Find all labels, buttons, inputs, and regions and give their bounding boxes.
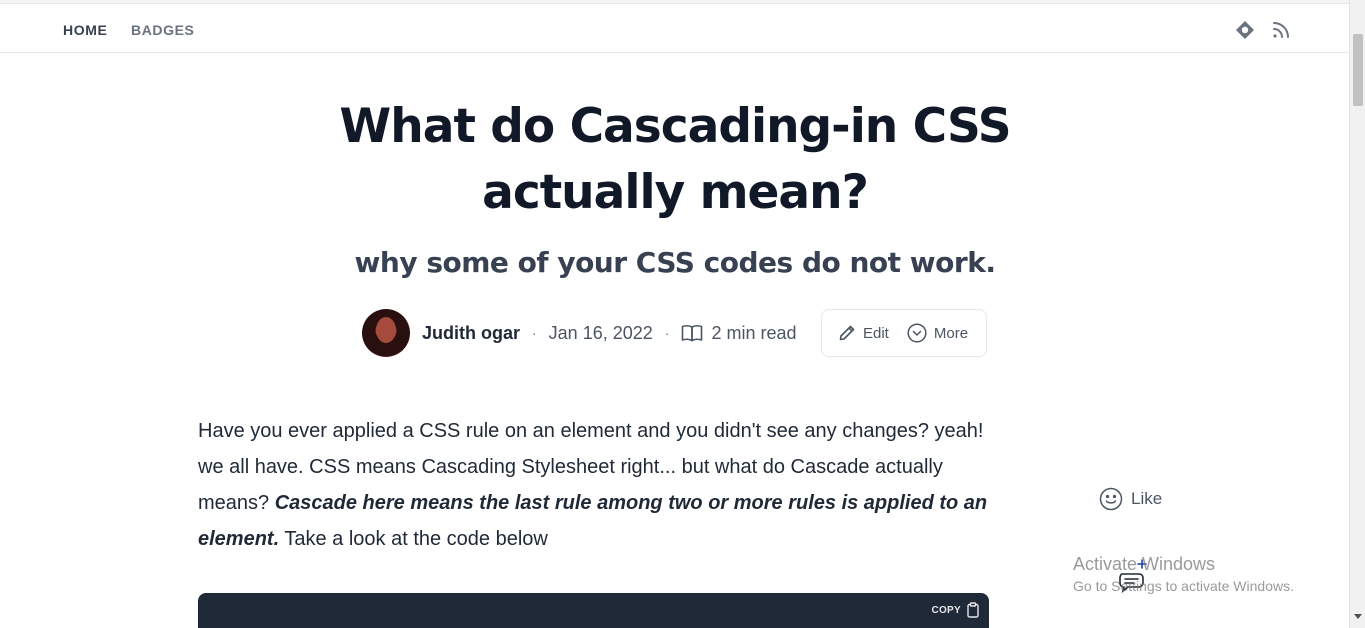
article-actions: Edit More — [821, 309, 987, 357]
scroll-down-arrow-icon[interactable] — [1354, 614, 1362, 619]
hashnode-icon[interactable] — [1234, 19, 1256, 41]
copy-code-button[interactable]: COPY — [931, 602, 979, 618]
comment-plus-icon — [1119, 559, 1147, 594]
edit-button[interactable]: Edit — [838, 324, 889, 342]
chevron-down-circle-icon — [907, 323, 927, 343]
author-avatar[interactable] — [362, 309, 410, 357]
book-open-icon — [681, 324, 703, 342]
meta-separator-dot: · — [664, 325, 670, 341]
article-title-line-2: actually mean? — [482, 165, 869, 220]
pencil-icon — [839, 325, 855, 341]
nav-home-link[interactable]: HOME — [63, 22, 107, 38]
browser-top-edge — [0, 0, 1365, 4]
nav-badges-link[interactable]: BADGES — [131, 22, 195, 38]
edit-label: Edit — [863, 324, 889, 342]
like-label: Like — [1131, 489, 1163, 508]
article-body-paragraph: Have you ever applied a CSS rule on an e… — [198, 413, 988, 557]
smiley-icon — [1099, 487, 1123, 511]
article-title-line-1: What do Cascading-in CSS — [339, 99, 1011, 154]
more-button[interactable]: More — [907, 323, 968, 343]
code-block: COPY — [198, 593, 989, 628]
meta-separator-dot: · — [532, 325, 537, 341]
rss-icon[interactable] — [1270, 19, 1292, 41]
read-time: 2 min read — [711, 322, 797, 343]
add-comment-button[interactable] — [1117, 556, 1147, 594]
like-button[interactable]: Like — [1099, 487, 1162, 511]
body-text-part-2: Take a look at the code below — [279, 528, 548, 550]
page-scrollbar[interactable] — [1349, 0, 1365, 628]
windows-activation-watermark: Activate Windows Go to Settings to activ… — [1073, 553, 1294, 597]
watermark-subtitle: Go to Settings to activate Windows. — [1073, 578, 1294, 594]
more-label: More — [933, 324, 969, 342]
clipboard-icon — [967, 602, 979, 618]
top-navbar: HOME BADGES — [0, 5, 1349, 53]
article-title: What do Cascading-in CSS actually mean? — [330, 94, 1020, 226]
article-meta: Judith ogar · Jan 16, 2022 · 2 min read — [362, 309, 796, 357]
article-subtitle: why some of your CSS codes do not work. — [354, 246, 996, 279]
copy-label: COPY — [931, 604, 961, 616]
watermark-title: Activate Windows — [1073, 554, 1216, 574]
author-name[interactable]: Judith ogar — [422, 323, 520, 344]
scrollbar-thumb[interactable] — [1353, 34, 1363, 106]
publish-date: Jan 16, 2022 — [548, 322, 653, 343]
